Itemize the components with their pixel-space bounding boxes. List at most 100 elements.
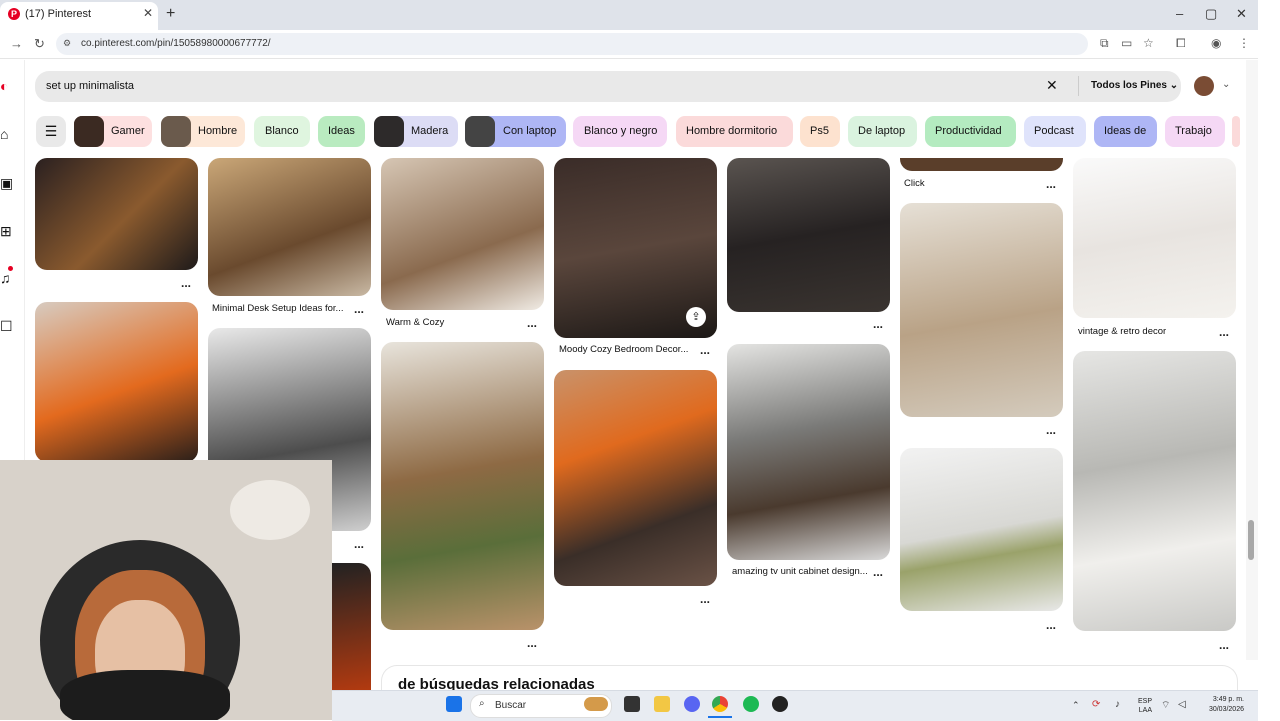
chip-overflow[interactable] — [1232, 116, 1240, 147]
pin-image-partial[interactable] — [332, 563, 371, 690]
filters-icon[interactable]: ☰ — [36, 116, 66, 147]
pin-image-partial-top[interactable] — [900, 158, 1063, 171]
wifi-icon[interactable]: ⌔ — [1161, 699, 1170, 712]
widget-icon[interactable] — [584, 697, 608, 711]
pin-more-icon[interactable]: ... — [354, 302, 364, 316]
chip-productividad[interactable]: Productividad — [925, 116, 1016, 147]
search-input[interactable]: set up minimalista — [46, 80, 134, 92]
chip-blanco-y-negro[interactable]: Blanco y negro — [573, 116, 667, 147]
pin-image-shelf-lights[interactable] — [35, 158, 198, 270]
pin-title[interactable]: Click — [904, 178, 925, 189]
chip-ps5[interactable]: Ps5 — [800, 116, 840, 147]
pin-type-filter[interactable]: Todos los Pines ⌄ — [1091, 80, 1178, 91]
pin-image-minimal-desk[interactable] — [208, 158, 371, 296]
clear-search-icon[interactable]: ✕ — [1046, 77, 1058, 94]
pin-more-icon[interactable]: ... — [1219, 638, 1229, 652]
chip-ideas[interactable]: Ideas — [318, 116, 365, 147]
shirt-shape — [60, 670, 230, 720]
pin-image-vintage-decor[interactable] — [1073, 158, 1236, 318]
pin-image-glass-console[interactable] — [900, 448, 1063, 611]
maximize-button[interactable]: ▢ — [1205, 6, 1217, 22]
pin-image-tv-cabinet[interactable] — [727, 344, 890, 560]
forward-icon[interactable]: → — [10, 36, 23, 51]
webcam-overlay — [0, 460, 332, 720]
chip-trabajo[interactable]: Trabajo — [1165, 116, 1225, 147]
clock-date[interactable]: 30/03/2026 — [1190, 706, 1244, 713]
volume-icon[interactable]: ◁ — [1178, 699, 1186, 710]
pinterest-favicon-icon: P — [8, 8, 20, 20]
pin-more-icon[interactable]: ... — [873, 317, 883, 331]
url-text: co.pinterest.com/pin/15058980000677772/ — [81, 38, 271, 49]
search-icon: ⌕ — [479, 698, 485, 709]
notifications-icon[interactable]: ♫ — [0, 270, 11, 286]
pin-image-dark-desk[interactable] — [727, 158, 890, 312]
messages-icon[interactable]: ☐ — [0, 318, 13, 335]
scrollbar-thumb[interactable] — [1248, 520, 1254, 560]
pin-more-icon[interactable]: ... — [700, 592, 710, 606]
lamp-shape — [230, 480, 310, 540]
site-info-icon[interactable]: ⚙ — [63, 38, 71, 49]
pin-more-icon[interactable]: ... — [354, 537, 364, 551]
pin-title[interactable]: Minimal Desk Setup Ideas for... — [212, 303, 343, 314]
tab-close-icon[interactable]: ✕ — [143, 6, 153, 20]
discord-icon[interactable] — [684, 696, 700, 712]
pin-image-plant-shelves[interactable] — [381, 342, 544, 630]
pin-title[interactable]: Warm & Cozy — [386, 317, 444, 328]
pin-image-orange-lamp[interactable] — [35, 302, 198, 462]
reload-icon[interactable]: ↻ — [34, 36, 45, 52]
pin-title[interactable]: amazing tv unit cabinet design... — [732, 566, 868, 577]
search-bar[interactable] — [35, 71, 1181, 102]
microphone-icon[interactable]: ♪ — [1115, 699, 1120, 710]
task-view-icon[interactable] — [624, 696, 640, 712]
pin-more-icon[interactable]: ... — [1046, 423, 1056, 437]
chrome-icon[interactable] — [712, 696, 728, 712]
pin-image-warm-cozy[interactable] — [381, 158, 544, 310]
search-divider — [1078, 76, 1079, 96]
file-explorer-icon[interactable] — [654, 696, 670, 712]
bookmark-star-icon[interactable]: ☆ — [1143, 36, 1154, 50]
chip-hombre-dormitorio[interactable]: Hombre dormitorio — [676, 116, 793, 147]
pin-title[interactable]: Moody Cozy Bedroom Decor... — [559, 344, 688, 355]
spotify-icon[interactable] — [743, 696, 759, 712]
chip-blanco[interactable]: Blanco — [254, 116, 310, 147]
pin-more-icon[interactable]: ... — [700, 343, 710, 357]
pin-more-icon[interactable]: ... — [527, 636, 537, 650]
pin-more-icon[interactable]: ... — [181, 276, 191, 290]
pin-more-icon[interactable]: ... — [1046, 618, 1056, 632]
close-window-button[interactable]: ✕ — [1236, 6, 1247, 22]
cast-icon[interactable]: ▭ — [1121, 36, 1132, 50]
chip-ideas-de[interactable]: Ideas de — [1094, 116, 1157, 147]
language-indicator[interactable]: ESP LAA — [1134, 697, 1152, 715]
pin-image-orange-lamp-poster[interactable] — [554, 370, 717, 586]
pinterest-logo-icon[interactable]: ◐ — [0, 78, 8, 94]
chip-madera-thumbnail — [374, 116, 404, 147]
windows-start-icon[interactable] — [446, 696, 462, 712]
chip-de-laptop[interactable]: De laptop — [848, 116, 917, 147]
tray-app-icon[interactable]: ⟳ — [1092, 699, 1100, 710]
chevron-up-icon[interactable]: ⌃ — [1072, 700, 1080, 711]
chip-podcast[interactable]: Podcast — [1024, 116, 1086, 147]
pin-more-icon[interactable]: ... — [873, 565, 883, 579]
home-icon[interactable]: ⌂ — [0, 126, 8, 142]
share-icon[interactable]: ⇪ — [686, 307, 706, 327]
translate-icon[interactable]: ⧉ — [1100, 36, 1109, 51]
extensions-icon[interactable]: ⧠ — [1176, 36, 1186, 51]
scrollbar[interactable] — [1246, 60, 1258, 660]
explore-icon[interactable]: ▣ — [0, 175, 13, 192]
clock-time[interactable]: 3:49 p. m. — [1190, 696, 1244, 703]
taskbar-search-placeholder: Buscar — [495, 700, 527, 711]
avatar[interactable] — [1194, 76, 1214, 96]
pin-image-bright-room-desk[interactable] — [900, 203, 1063, 417]
pin-more-icon[interactable]: ... — [527, 316, 537, 330]
create-icon[interactable]: ⊞ — [0, 223, 12, 240]
app-icon[interactable] — [772, 696, 788, 712]
pin-more-icon[interactable]: ... — [1046, 177, 1056, 191]
profile-icon[interactable]: ◉ — [1211, 36, 1221, 50]
pin-more-icon[interactable]: ... — [1219, 325, 1229, 339]
chrome-menu-icon[interactable]: ⋮ — [1238, 36, 1250, 50]
new-tab-button[interactable]: + — [166, 5, 175, 23]
pin-title[interactable]: vintage & retro decor — [1078, 326, 1166, 337]
pin-image-gallery-wall[interactable] — [1073, 351, 1236, 631]
chevron-down-icon[interactable]: ⌄ — [1222, 79, 1230, 90]
minimize-button[interactable]: – — [1176, 6, 1183, 21]
